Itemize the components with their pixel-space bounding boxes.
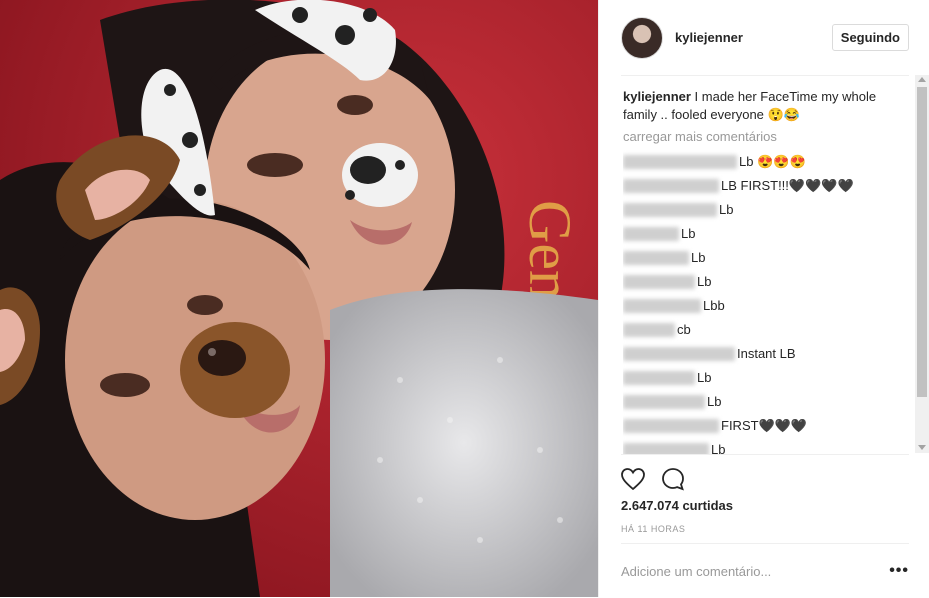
blurred-username: [623, 371, 695, 385]
username[interactable]: kyliejenner: [675, 30, 832, 45]
post-actions: [621, 454, 909, 501]
comment-row: Lb: [623, 390, 911, 414]
more-options-icon[interactable]: •••: [889, 562, 909, 580]
comment-row: Lb: [623, 270, 911, 294]
blurred-username: [623, 227, 679, 241]
scroll-up-arrow-icon[interactable]: [918, 77, 926, 82]
post-header: kyliejenner Seguindo: [621, 0, 909, 76]
caption-username[interactable]: kyliejenner: [623, 89, 691, 104]
comment-text: LB FIRST!!!🖤🖤🖤🖤: [721, 178, 854, 193]
comment-row: Lb: [623, 246, 911, 270]
load-more-comments-link[interactable]: carregar mais comentários: [623, 128, 911, 146]
post-timestamp[interactable]: HÁ 11 HORAS: [621, 524, 685, 534]
blurred-username: [623, 155, 737, 169]
blurred-username: [623, 443, 709, 454]
post-side-panel: kyliejenner Seguindo kyliejenner I made …: [598, 0, 929, 597]
blurred-username: [623, 419, 719, 433]
avatar[interactable]: [621, 16, 663, 59]
comment-row: LB FIRST!!!🖤🖤🖤🖤: [623, 174, 911, 198]
post-photo[interactable]: Gem: [0, 0, 598, 597]
comment-icon[interactable]: [661, 467, 685, 491]
blurred-username: [623, 203, 717, 217]
comment-row: FIRST🖤🖤🖤: [623, 414, 911, 438]
comment-text: Lb: [697, 274, 712, 289]
blurred-username: [623, 275, 695, 289]
comment-text: FIRST🖤🖤🖤: [721, 418, 808, 433]
comment-text: Lb: [711, 442, 726, 454]
blurred-username: [623, 323, 675, 337]
blurred-username: [623, 299, 701, 313]
comment-row: Lb: [623, 222, 911, 246]
comments-list: kyliejenner I made her FaceTime my whole…: [623, 88, 911, 454]
comment-text: cb: [677, 322, 691, 337]
blurred-username: [623, 251, 689, 265]
comment-text: Lb: [681, 226, 696, 241]
comment-row: Instant LB: [623, 342, 911, 366]
comment-text: Instant LB: [737, 346, 796, 361]
comment-row: cb: [623, 318, 911, 342]
add-comment-bar: •••: [621, 543, 909, 598]
comment-row: Lbb: [623, 294, 911, 318]
comment-text: Lb: [697, 370, 712, 385]
blurred-username: [623, 395, 705, 409]
comment-text: Lb 😍😍😍: [739, 154, 806, 169]
following-button[interactable]: Seguindo: [831, 24, 909, 51]
selfie-image: Gem: [0, 0, 598, 597]
comment-text: Lb: [691, 250, 706, 265]
comment-text: Lb: [707, 394, 722, 409]
likes-count[interactable]: 2.647.074 curtidas: [621, 498, 733, 513]
comment-row: Lb: [623, 198, 911, 222]
blurred-username: [623, 347, 735, 361]
scroll-down-arrow-icon[interactable]: [918, 445, 926, 450]
comment-row: Lb: [623, 438, 911, 454]
caption: kyliejenner I made her FaceTime my whole…: [623, 88, 911, 124]
comment-text: Lbb: [703, 298, 725, 313]
heart-icon[interactable]: [621, 468, 645, 490]
scroll-thumb[interactable]: [917, 87, 927, 397]
add-comment-input[interactable]: [621, 563, 890, 579]
blurred-username: [623, 179, 719, 193]
comments-scrollbar[interactable]: [915, 75, 929, 453]
comment-row: Lb: [623, 366, 911, 390]
comment-row: Lb 😍😍😍: [623, 150, 911, 174]
comment-text: Lb: [719, 202, 734, 217]
